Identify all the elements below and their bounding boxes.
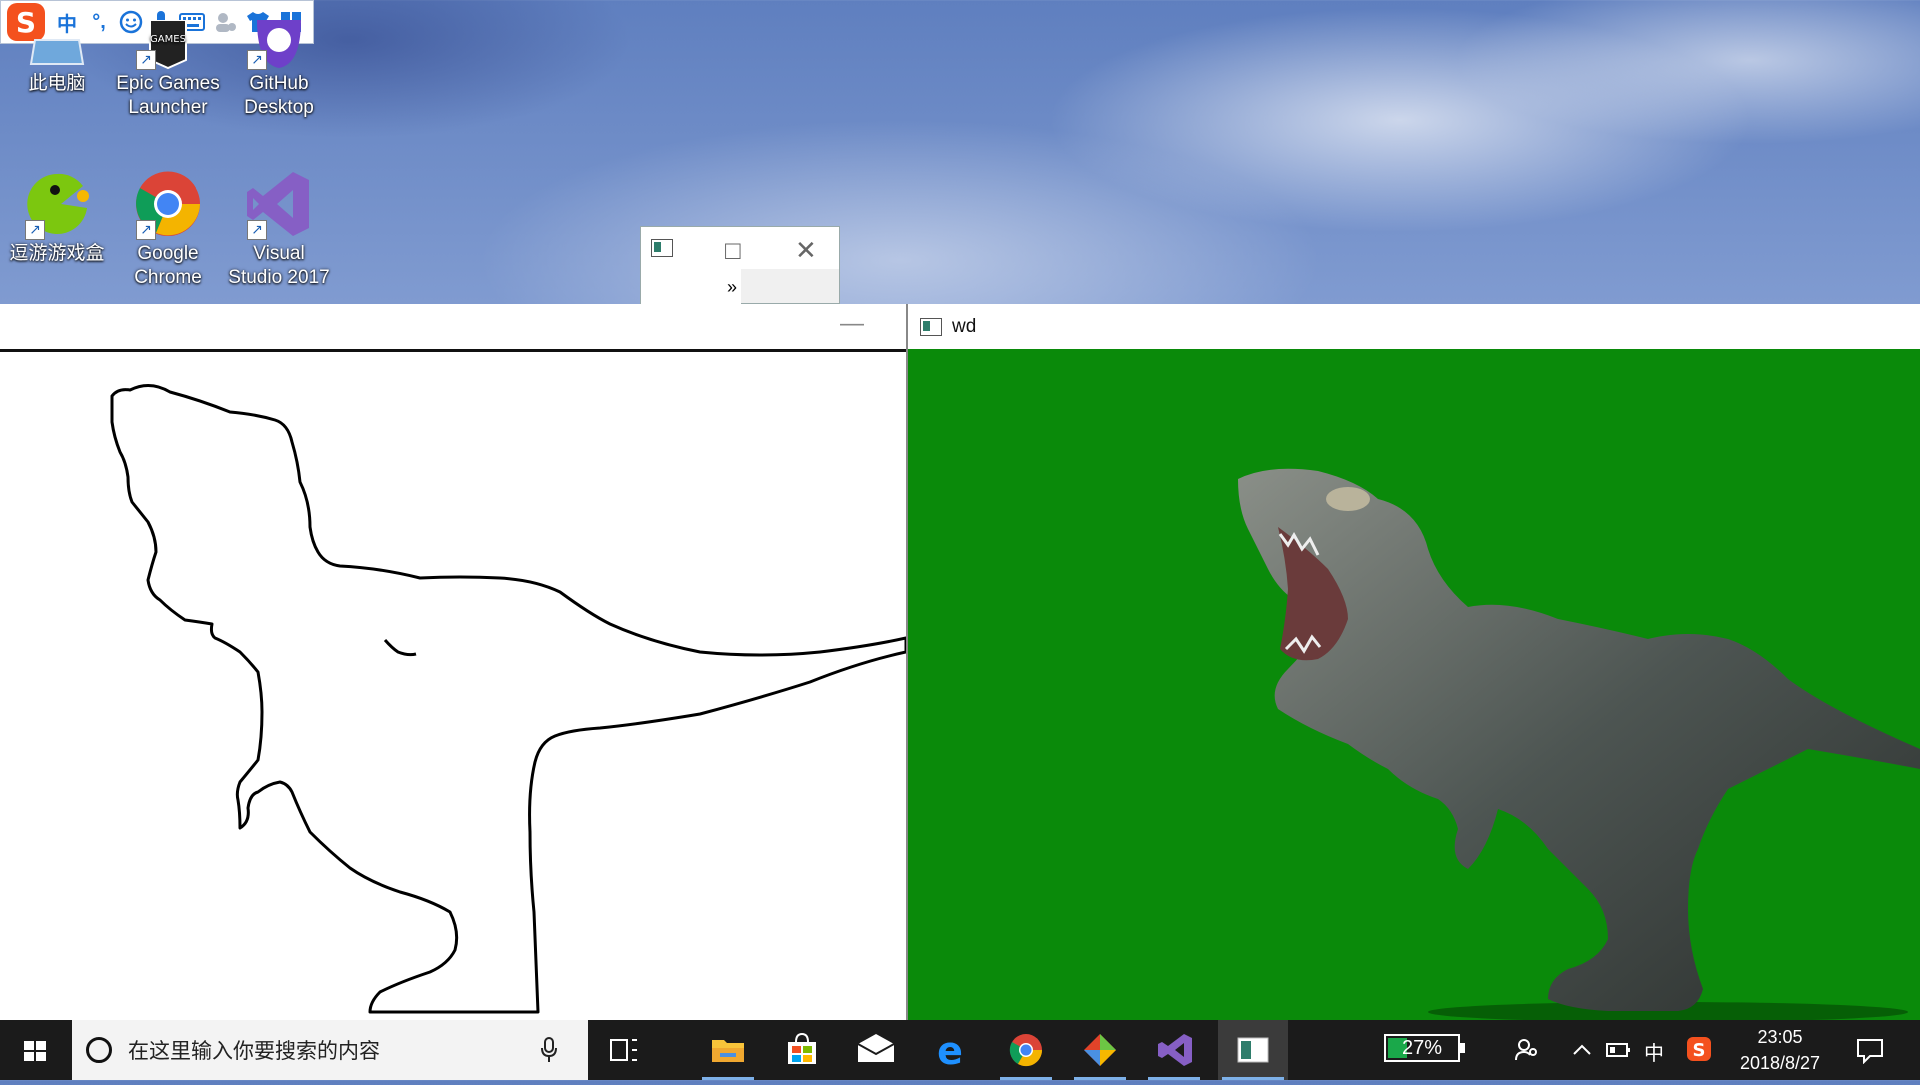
taskbar: 在这里输入你要搜索的内容 e 27% 中 S 23:05 2018/8/27 — [0, 1020, 1920, 1080]
taskbar-visual-studio[interactable] — [1144, 1020, 1204, 1080]
close-icon[interactable]: ✕ — [795, 235, 817, 266]
taskbar-edge[interactable]: e — [920, 1020, 980, 1080]
show-hidden-icons-chevron-icon[interactable] — [1572, 1042, 1592, 1056]
visual-studio-icon — [1158, 1034, 1192, 1066]
small-window[interactable]: □ ✕ » — [640, 226, 840, 305]
battery-tray-icon[interactable] — [1606, 1042, 1632, 1058]
desktop-icon-douyou[interactable]: ↗ 逗游游戏盒 — [2, 168, 112, 266]
desktop-icon-label: GitHub Desktop — [244, 73, 314, 118]
contour-window-titlebar[interactable]: — — [0, 304, 906, 352]
taskbar-file-explorer[interactable] — [698, 1020, 758, 1080]
taskbar-clock[interactable]: 23:05 2018/8/27 — [1730, 1024, 1830, 1076]
taskbar-chrome[interactable] — [996, 1020, 1056, 1080]
taskbar-git-app[interactable] — [1070, 1020, 1130, 1080]
desktop-icon-label: 逗游游戏盒 — [9, 243, 105, 264]
action-center-icon[interactable] — [1856, 1038, 1884, 1064]
shortcut-arrow-icon: ↗ — [247, 220, 267, 240]
video-window-titlebar[interactable]: wd — [908, 304, 1920, 349]
input-language-indicator[interactable]: 中 — [1644, 1037, 1664, 1066]
task-view-button[interactable] — [594, 1020, 654, 1080]
toolbar-overflow-button[interactable]: » — [641, 269, 741, 305]
clock-time: 23:05 — [1757, 1027, 1803, 1047]
app-window-icon — [920, 317, 942, 336]
desktop-icon-label: 此电脑 — [28, 73, 86, 94]
desktop-icon-github-desktop[interactable]: ↗ GitHub Desktop — [224, 20, 334, 120]
shortcut-arrow-icon: ↗ — [25, 220, 45, 240]
microphone-icon[interactable] — [540, 1036, 558, 1064]
desktop-icon-epic-games[interactable]: GAMES ↗ Epic Games Launcher — [113, 19, 223, 120]
taskbar-opencv-window[interactable] — [1218, 1020, 1288, 1080]
svg-text:e: e — [937, 1029, 963, 1073]
taskbar-mail[interactable] — [846, 1020, 906, 1080]
chrome-icon — [1009, 1034, 1043, 1067]
people-icon[interactable] — [1514, 1038, 1540, 1062]
windows-logo-icon — [24, 1041, 46, 1061]
svg-text:S: S — [1693, 1040, 1706, 1061]
shortcut-arrow-icon: ↗ — [136, 220, 156, 240]
search-placeholder: 在这里输入你要搜索的内容 — [128, 1040, 380, 1063]
taskbar-store[interactable] — [772, 1020, 832, 1080]
t-rex-image — [1238, 468, 1920, 1020]
app-window-icon — [651, 239, 673, 257]
battery-percent-label: 27% — [1401, 1037, 1443, 1059]
folder-icon — [712, 1040, 744, 1062]
maximize-icon[interactable]: □ — [725, 235, 741, 266]
dinosaur-contour-image — [110, 384, 906, 1014]
edge-icon: e — [937, 1029, 963, 1073]
store-icon — [788, 1032, 816, 1064]
contour-window[interactable]: — — [0, 304, 908, 1020]
app-window-icon — [1237, 1037, 1269, 1063]
battery-indicator[interactable]: 27% — [1384, 1034, 1465, 1062]
taskbar-search-box[interactable]: 在这里输入你要搜索的内容 — [72, 1020, 588, 1080]
desktop-icon-label: Visual Studio 2017 — [228, 243, 330, 288]
task-view-icon — [610, 1039, 637, 1061]
video-window[interactable]: wd — [908, 304, 1920, 1020]
desktop-icon-visual-studio[interactable]: ↗ Visual Studio 2017 — [224, 168, 334, 290]
small-window-titlebar[interactable]: □ ✕ — [641, 227, 839, 269]
svg-text:GAMES: GAMES — [150, 34, 186, 45]
battery-nub — [1460, 1043, 1465, 1053]
minimize-icon[interactable]: — — [840, 310, 864, 338]
desktop-icon-this-pc[interactable]: 此电脑 — [2, 20, 112, 96]
shortcut-arrow-icon: ↗ — [136, 50, 156, 70]
cortana-icon[interactable] — [86, 1037, 112, 1063]
desktop-icon-label: Epic Games Launcher — [116, 73, 220, 118]
clock-date: 2018/8/27 — [1739, 1053, 1821, 1073]
computer-icon — [29, 39, 85, 65]
shortcut-arrow-icon: ↗ — [247, 50, 267, 70]
git-diamond-icon — [1084, 1034, 1116, 1066]
desktop-icon-label: Google Chrome — [134, 243, 202, 288]
desktop-icon-google-chrome[interactable]: ↗ Google Chrome — [113, 168, 223, 290]
start-button[interactable] — [0, 1020, 70, 1080]
mail-icon — [857, 1034, 895, 1062]
green-screen-frame — [908, 349, 1920, 1020]
sogou-tray-icon[interactable]: S — [1686, 1036, 1712, 1062]
window-title: wd — [952, 315, 977, 337]
